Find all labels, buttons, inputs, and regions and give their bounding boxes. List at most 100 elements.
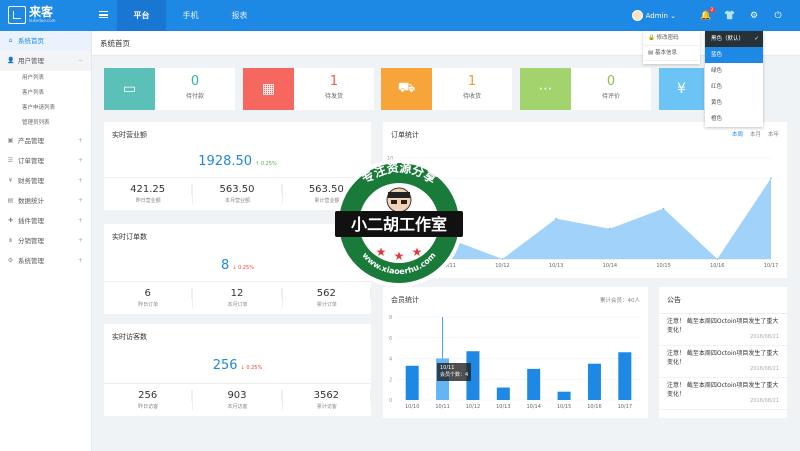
- x-tick-label: 10/16: [710, 263, 724, 269]
- shirt-icon[interactable]: 👕: [718, 11, 742, 21]
- list-item[interactable]: 注意！ 截至本周四Octoin项目发生了重大变化！ 2018/08/21: [659, 314, 787, 346]
- tab-mobile[interactable]: 手机: [166, 0, 215, 31]
- sub-label: 昨日订单: [138, 302, 159, 308]
- tab-year[interactable]: 本年: [768, 130, 779, 138]
- visitors-card: 实时访客数 256 ↓ 0.25% 256 昨日访客 903 本月访客 3562 累计访…: [104, 324, 371, 416]
- stat-card-to-receive[interactable]: ⛟ 1 待收货: [381, 68, 512, 110]
- share-icon: ⋔: [7, 237, 14, 244]
- plugin-icon: ✚: [7, 217, 14, 224]
- x-tick-label: 10/15: [656, 263, 670, 269]
- chart-tooltip: 10/11 会员个数：4: [437, 363, 472, 381]
- data-point: [770, 177, 772, 179]
- logo-icon: [8, 6, 26, 24]
- card-title: 实时订单数: [112, 233, 147, 241]
- tab-week[interactable]: 本周: [732, 130, 743, 138]
- big-number: 8: [221, 258, 230, 273]
- plus-icon: +: [77, 217, 83, 224]
- sidebar-item-label: 插件管理: [18, 217, 44, 225]
- top-bar: 来客 laikeduo.com 平台 手机 报表 Admin ⌄ 🔔 2 👕 ⚙ …: [0, 0, 800, 31]
- revenue-card: 实时营业额 1928.50 ↑ 0.25% 421.25 昨日营业额 563.50 本…: [104, 122, 371, 210]
- logo[interactable]: 来客 laikeduo.com: [8, 6, 56, 24]
- sub-value: 12: [193, 288, 282, 299]
- sidebar-item-system[interactable]: ⚙ 系统管理 +: [0, 251, 91, 271]
- change-password-item[interactable]: 🔒 修改密码: [643, 31, 700, 46]
- tab-month[interactable]: 本月: [750, 130, 761, 138]
- bell-icon[interactable]: 🔔 2: [694, 6, 718, 21]
- data-point: [662, 207, 665, 210]
- sub-label: 累计访客: [316, 404, 337, 410]
- theme-dropdown: 黑色（默认） 蓝色 绿色 红色 黄色 橙色: [705, 31, 763, 127]
- notification-badge: 2: [709, 6, 715, 13]
- sidebar-item-stats[interactable]: ▤ 数据统计 +: [0, 191, 91, 211]
- revenue-value: 1928.50 ↑ 0.25%: [104, 154, 371, 169]
- sidebar-sub-customer-apply[interactable]: 客户申请列表: [0, 101, 91, 116]
- theme-option-orange[interactable]: 橙色: [705, 111, 763, 127]
- sidebar-sub-user-list[interactable]: 用户列表: [0, 71, 91, 86]
- top-right-tools: Admin ⌄ 🔔 2 👕 ⚙ ⏻: [631, 0, 790, 31]
- sidebar-item-finance[interactable]: ¥ 财务管理 +: [0, 171, 91, 191]
- theme-option-blue[interactable]: 蓝色: [705, 47, 763, 63]
- menu-toggle-icon[interactable]: [99, 11, 108, 18]
- sub-label: 本月订单: [227, 302, 248, 308]
- power-icon[interactable]: ⏻: [766, 11, 790, 21]
- theme-option-yellow[interactable]: 黄色: [705, 95, 763, 111]
- x-tick-label: 10/13: [496, 404, 510, 410]
- x-tick-label: 10/14: [526, 404, 540, 410]
- wallet-icon: ▭: [104, 68, 155, 110]
- big-number: 256: [212, 358, 238, 373]
- notice-text: 注意！ 截至本周四Octoin项目发生了重大变化！: [667, 350, 779, 366]
- y-tick-label: 0: [389, 398, 392, 404]
- sub-value: 563.50: [193, 184, 282, 195]
- y-tick-label: 2: [389, 377, 392, 383]
- brand-sub: laikeduo.com: [29, 18, 56, 23]
- theme-option-green[interactable]: 绿色: [705, 63, 763, 79]
- avatar[interactable]: [631, 10, 643, 21]
- stat-card-refund[interactable]: ¥: [659, 68, 704, 110]
- sidebar-sub-admin-list[interactable]: 管理员列表: [0, 116, 91, 131]
- bar: [496, 387, 510, 400]
- sidebar-item-users[interactable]: 👤 用户管理 −: [0, 51, 91, 71]
- sidebar-item-distribution[interactable]: ⋔ 分销管理 +: [0, 231, 91, 251]
- plus-icon: +: [77, 257, 83, 264]
- bar: [527, 368, 541, 400]
- sub-label: 累计订单: [316, 302, 337, 308]
- y-tick-label: 8: [389, 315, 392, 321]
- sub-value: 903: [193, 390, 282, 401]
- plus-icon: +: [77, 197, 83, 204]
- theme-option-red[interactable]: 红色: [705, 79, 763, 95]
- watermark-middle-text: 小二胡工作室: [351, 215, 447, 234]
- stat-card-unpaid[interactable]: ▭ 0 待付款: [104, 68, 235, 110]
- card-title: 公告: [659, 287, 787, 314]
- sidebar-item-products[interactable]: ▣ 产品管理 +: [0, 131, 91, 151]
- finance-icon: ¥: [8, 177, 13, 184]
- tab-platform[interactable]: 平台: [117, 0, 166, 31]
- theme-current[interactable]: 黑色（默认）: [705, 31, 763, 47]
- list-item[interactable]: 注意！ 截至本周四Octoin项目发生了重大变化！ 2018/08/21: [659, 346, 787, 378]
- watermark-stamp: 专注资源分享 www.xiaoerhu.com 小二胡工作室 ★ ★ ★: [335, 159, 463, 287]
- menu-item-label: 修改密码: [656, 35, 679, 41]
- y-tick-label: 6: [389, 336, 392, 342]
- delta-down: ↓ 0.25%: [240, 365, 263, 371]
- notice-date: 2018/08/21: [750, 366, 779, 372]
- sidebar: ⌂ 系统首页 👤 用户管理 − 用户列表 客户列表 客户申请列表 管理员列表 ▣ 产品管…: [0, 31, 92, 451]
- sidebar-item-home[interactable]: ⌂ 系统首页: [0, 31, 91, 51]
- mascot-icon: [386, 187, 412, 213]
- tab-report[interactable]: 报表: [215, 0, 264, 31]
- stat-card-to-review[interactable]: ⋯ 0 待评价: [520, 68, 651, 110]
- data-point: [555, 217, 557, 220]
- sidebar-item-label: 分销管理: [18, 237, 44, 245]
- stat-label: 待付款: [185, 93, 204, 100]
- minus-icon: −: [77, 57, 83, 64]
- gear-icon[interactable]: ⚙: [742, 11, 766, 21]
- sidebar-item-orders[interactable]: ☰ 订单管理 +: [0, 151, 91, 171]
- profile-item[interactable]: ▤ 基本信息: [643, 46, 700, 61]
- notice-card: 公告 注意！ 截至本周四Octoin项目发生了重大变化！ 2018/08/21 注…: [659, 287, 787, 418]
- plus-icon: +: [77, 237, 83, 244]
- list-item[interactable]: 注意！ 截至本周四Octoin项目发生了重大变化！ 2018/08/21: [659, 378, 787, 410]
- brand-name: 来客: [29, 5, 54, 19]
- sidebar-sub-customer-list[interactable]: 客户列表: [0, 86, 91, 101]
- sidebar-item-plugins[interactable]: ✚ 插件管理 +: [0, 211, 91, 231]
- user-menu-trigger[interactable]: Admin ⌄: [646, 12, 676, 20]
- stat-label: 待发货: [324, 93, 343, 100]
- stat-card-to-ship[interactable]: ▦ 1 待发货: [243, 68, 374, 110]
